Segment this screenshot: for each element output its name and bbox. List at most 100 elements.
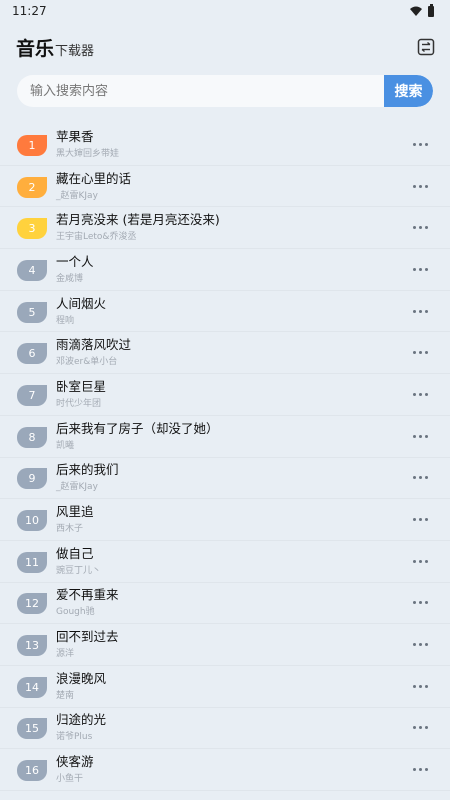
song-row[interactable]: 12 爱不再重来 Gough驰 (0, 583, 450, 625)
song-row[interactable]: 9 后来的我们 _赵雷KJay (0, 458, 450, 500)
rank-badge: 4 (17, 259, 47, 281)
more-options-icon[interactable] (410, 309, 430, 313)
more-options-icon[interactable] (410, 601, 430, 605)
more-dot (424, 768, 428, 772)
more-options-icon[interactable] (410, 351, 430, 355)
more-options-icon[interactable] (410, 726, 430, 730)
song-row[interactable]: 17失若后甜（里版） (0, 791, 450, 800)
more-dot (418, 559, 422, 563)
song-artist: _赵雷KJay (56, 190, 98, 201)
more-dot (412, 226, 416, 230)
song-info: 藏在心里的话 _赵雷KJay (56, 171, 410, 202)
more-dot (418, 142, 422, 146)
more-options-icon[interactable] (410, 267, 430, 271)
song-artist: 西木子 (56, 524, 84, 535)
list-settings-icon[interactable] (416, 37, 436, 57)
song-row[interactable]: 13 回不到过去 源洋 (0, 624, 450, 666)
more-dot (418, 476, 422, 480)
more-options-icon[interactable] (410, 559, 430, 563)
rank-badge: 11 (17, 551, 47, 573)
more-options-icon[interactable] (410, 434, 430, 438)
song-row[interactable]: 15 归途的光 诺爷Plus (0, 708, 450, 750)
more-dot (412, 309, 416, 313)
more-options-icon[interactable] (410, 518, 430, 522)
song-title: 回不到过去 (56, 629, 119, 645)
more-dot (418, 726, 422, 730)
more-options-icon[interactable] (410, 226, 430, 230)
song-info: 苹果香 黑大婶回乡带娃 (56, 129, 410, 160)
song-title: 卧室巨星 (56, 378, 107, 394)
rank-badge: 12 (17, 593, 47, 615)
more-dot (424, 643, 428, 647)
more-dot (424, 434, 428, 438)
more-dot (412, 434, 416, 438)
rank-badge: 16 (17, 760, 47, 782)
song-title: 若月亮没来 (若是月亮还没来) (56, 212, 220, 228)
app-title: 音乐 下载器 (16, 34, 94, 61)
more-options-icon[interactable] (410, 392, 430, 396)
more-options-icon[interactable] (410, 684, 430, 688)
more-dot (412, 267, 416, 271)
song-row[interactable]: 4 一个人 金咸博 (0, 249, 450, 291)
song-row[interactable]: 16 侠客游 小鱼干 (0, 749, 450, 791)
song-row[interactable]: 2 藏在心里的话 _赵雷KJay (0, 166, 450, 208)
song-title: 苹果香 (56, 128, 94, 144)
song-row[interactable]: 8 后来我有了房子（却没了她） 凯曦 (0, 416, 450, 458)
more-dot (418, 768, 422, 772)
more-dot (418, 184, 422, 188)
song-row[interactable]: 11 做自己 豌豆丁儿丶 (0, 541, 450, 583)
song-info: 做自己 豌豆丁儿丶 (56, 546, 410, 577)
more-options-icon[interactable] (410, 768, 430, 772)
song-row[interactable]: 3 若月亮没来 (若是月亮还没来) 王宇宙Leto&乔浚丞 (0, 207, 450, 250)
more-dot (424, 726, 428, 730)
more-dot (412, 351, 416, 355)
rank-badge: 9 (17, 468, 47, 490)
more-dot (412, 142, 416, 146)
more-dot (418, 434, 422, 438)
song-title: 归途的光 (56, 712, 107, 728)
song-info: 回不到过去 源洋 (56, 629, 410, 660)
song-row[interactable]: 10 风里追 西木子 (0, 499, 450, 541)
song-artist: 时代少年团 (56, 398, 102, 409)
song-artist: 金咸博 (56, 273, 84, 284)
more-dot (412, 643, 416, 647)
more-dot (424, 559, 428, 563)
song-artist: _赵雷KJay (56, 482, 98, 493)
song-title: 侠客游 (56, 754, 94, 770)
song-row[interactable]: 5 人间烟火 程响 (0, 291, 450, 333)
song-row[interactable]: 14 浪漫晚风 楚南 (0, 666, 450, 708)
more-options-icon[interactable] (410, 643, 430, 647)
more-options-icon[interactable] (410, 184, 430, 188)
song-artist: 凯曦 (56, 440, 75, 451)
search-input[interactable] (17, 75, 384, 107)
song-title: 做自己 (56, 545, 94, 561)
more-dot (424, 392, 428, 396)
song-info: 后来的我们 _赵雷KJay (56, 462, 410, 493)
more-dot (418, 601, 422, 605)
rank-badge: 8 (17, 426, 47, 448)
app-header: 音乐 下载器 (0, 22, 450, 72)
song-row[interactable]: 6 雨滴落风吹过 邓波er&单小台 (0, 332, 450, 375)
app-title-sub: 下载器 (55, 43, 95, 59)
song-artist: 源洋 (56, 649, 75, 660)
more-options-icon[interactable] (410, 476, 430, 480)
song-row[interactable]: 7 卧室巨星时代少年团 (0, 374, 450, 416)
more-dot (424, 142, 428, 146)
song-title: 后来的我们 (56, 462, 119, 478)
song-row[interactable]: 1 苹果香 黑大婶回乡带娃 (0, 124, 450, 166)
song-artist: 王宇宙Leto&乔浚丞 (56, 232, 137, 243)
more-dot (424, 309, 428, 313)
more-dot (424, 184, 428, 188)
search-button[interactable]: 搜索 (384, 75, 433, 107)
song-title: 藏在心里的话 (56, 170, 132, 186)
app-title-main: 音乐 (16, 37, 55, 60)
song-artist: 楚南 (56, 690, 75, 701)
more-dot (412, 684, 416, 688)
status-icons (410, 3, 434, 17)
more-options-icon[interactable] (410, 142, 430, 146)
song-info: 归途的光 诺爷Plus (56, 712, 410, 743)
more-dot (412, 392, 416, 396)
song-info: 卧室巨星 时代少年团 (56, 379, 410, 410)
rank-badge: 7 (17, 384, 47, 406)
rank-badge: 2 (17, 176, 47, 198)
